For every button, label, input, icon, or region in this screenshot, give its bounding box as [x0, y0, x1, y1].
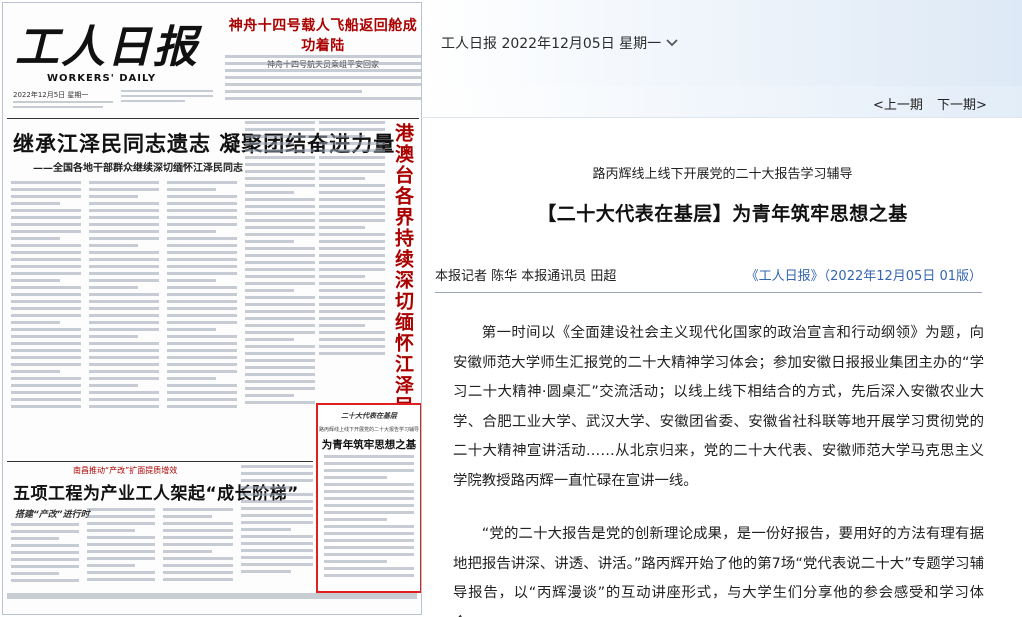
masthead-english: WORKERS' DAILY: [47, 73, 157, 84]
divider: [7, 461, 313, 462]
article-kicker: 路丙辉线上线下开展党的二十大报告学习辅导: [592, 167, 853, 182]
byline-divider: [435, 292, 982, 293]
mid-column-3: [163, 508, 233, 591]
prev-issue-link[interactable]: <上一期: [873, 94, 923, 113]
next-issue-link[interactable]: 下一期>: [937, 94, 987, 113]
lead-column-3: [167, 181, 237, 451]
article-reading-pane: 工人日报 2022年12月05日 星期一 <上一期 下一期> 路丙辉线上线下开展…: [423, 0, 1022, 617]
article-paragraph: “党的二十大报告是党的创新理论成果，是一份好报告，要用好的方法有理有据地把报告讲…: [453, 526, 984, 617]
highlight-title: 为青年筑牢思想之基: [321, 439, 417, 451]
masthead-info: [121, 90, 213, 105]
highlight-kicker: 二十大代表在基层: [341, 412, 397, 420]
lead-subheadline: ——全国各地干部群众继续深切缅怀江泽民同志: [33, 163, 243, 174]
chevron-down-icon[interactable]: [665, 38, 679, 51]
lead-column-2: [89, 181, 159, 451]
masthead-logo: 工人日报: [15, 22, 199, 73]
article-title: 【二十大代表在基层】为青年筑牢思想之基: [537, 203, 908, 225]
lead-column-1: [11, 181, 81, 451]
divider: [7, 118, 419, 119]
lead-column-4: [245, 121, 315, 451]
page-footer-bar: [7, 593, 417, 599]
lead-column-5: [319, 121, 385, 397]
newspaper-page-thumbnail[interactable]: 工人日报 WORKERS' DAILY 2022年12月5日 星期一 神舟十四号…: [2, 2, 422, 615]
issue-nav-bar: [423, 86, 1022, 118]
top-headline: 神舟十四号载人飞船返回舱成功着陆: [228, 18, 418, 54]
mid-column-4: [241, 465, 313, 591]
masthead-date: 2022年12月5日 星期一: [13, 91, 89, 99]
issue-date-label: 工人日报 2022年12月05日 星期一: [441, 36, 662, 52]
article-paragraph: 第一时间以《全面建设社会主义现代化国家的政治宣言和行动纲领》为题，向安徽师范大学…: [453, 325, 984, 489]
mid-column-2: [87, 508, 155, 591]
article-source-link[interactable]: 《工人日报》（2022年12月05日 01版）: [746, 265, 982, 284]
mid-kicker: 搭建“产改”进行时: [15, 510, 90, 520]
highlight-subtitle: 路丙辉线上线下开展党的二十大报告学习辅导: [318, 427, 419, 433]
issue-date-selector[interactable]: 工人日报 2022年12月05日 星期一: [441, 33, 679, 53]
highlight-body: [324, 455, 414, 581]
top-story-text: [225, 55, 421, 111]
masthead: 工人日报 WORKERS' DAILY 2022年12月5日 星期一: [9, 7, 214, 115]
mid-column-1: [11, 523, 79, 591]
mid-subheadline: 南昌推动“产改”扩面提质增效: [73, 466, 178, 475]
highlighted-article-box[interactable]: 二十大代表在基层 路丙辉线上线下开展党的二十大报告学习辅导 为青年筑牢思想之基: [316, 403, 421, 593]
article-byline: 本报记者 陈华 本报通讯员 田超: [435, 269, 617, 284]
masthead-issue-lines: [13, 101, 113, 108]
